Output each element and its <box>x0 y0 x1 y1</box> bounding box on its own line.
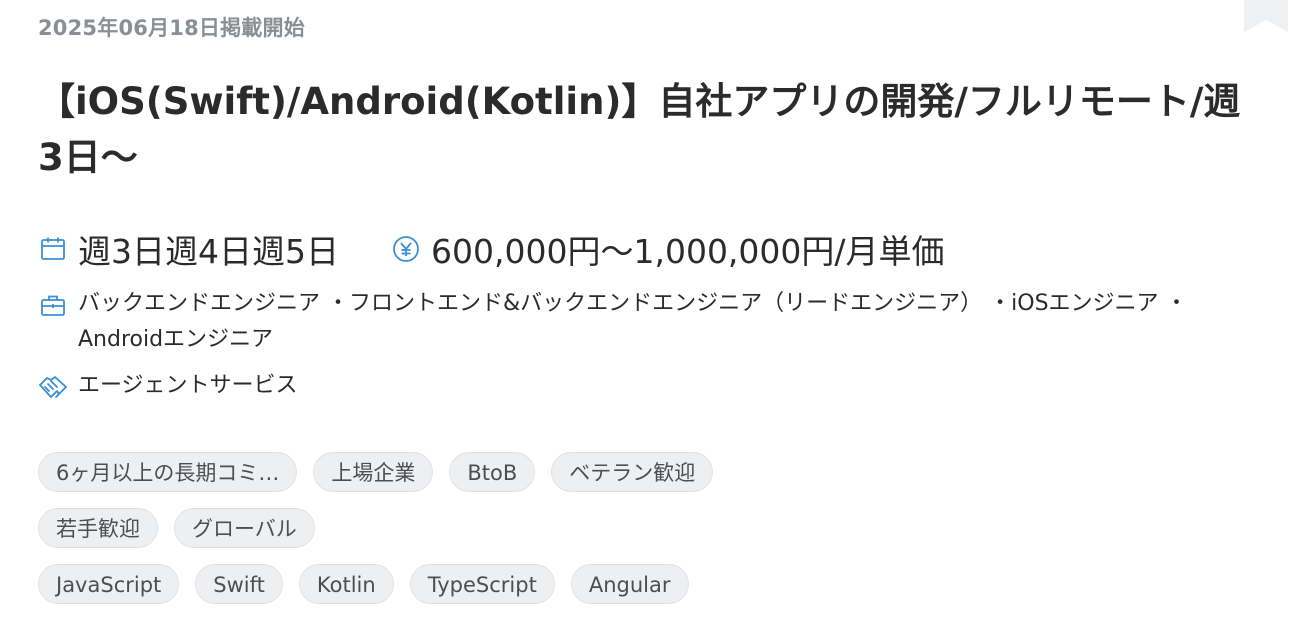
skill-tag[interactable]: Swift <box>195 564 283 604</box>
service-type: エージェントサービス <box>38 368 298 404</box>
skill-tag[interactable]: Kotlin <box>298 564 394 604</box>
tag[interactable]: 6ヶ月以上の長期コミ… <box>38 452 298 492</box>
roles-text: バックエンドエンジニア ・フロントエンド&バックエンドエンジニア（リードエンジニ… <box>78 291 1188 352</box>
tag-row-culture: 若手歓迎 グローバル <box>38 508 1038 548</box>
skill-tag[interactable]: TypeScript <box>409 564 555 604</box>
work-days-text: 週3日週4日週5日 <box>78 232 339 271</box>
tag[interactable]: 上場企業 <box>313 452 434 492</box>
salary-text: 600,000円〜1,000,000円/月単価 <box>431 232 945 271</box>
service-type-text: エージェントサービス <box>78 373 298 398</box>
salary: 600,000円〜1,000,000円/月単価 <box>391 225 945 273</box>
bookmark-icon[interactable] <box>1244 0 1288 32</box>
tag-row-skills: JavaScript Swift Kotlin TypeScript Angul… <box>38 564 1038 604</box>
work-conditions: 週3日週4日週5日 600,000円〜1,000,000円/月単価 <box>38 226 945 272</box>
skill-tag[interactable]: Angular <box>570 564 689 604</box>
work-days: 週3日週4日週5日 <box>38 225 339 273</box>
handshake-icon <box>38 372 68 402</box>
job-card: 2025年06月18日掲載開始 【iOS(Swift)/Android(Kotl… <box>0 0 1298 642</box>
calendar-icon <box>38 234 68 264</box>
briefcase-icon <box>38 290 68 320</box>
yen-icon <box>391 234 421 264</box>
tag[interactable]: BtoB <box>449 452 536 492</box>
tag[interactable]: グローバル <box>174 508 315 548</box>
tag[interactable]: ベテラン歓迎 <box>551 452 714 492</box>
posted-date: 2025年06月18日掲載開始 <box>38 16 305 40</box>
skill-tag[interactable]: JavaScript <box>38 564 180 604</box>
roles: バックエンドエンジニア ・フロントエンド&バックエンドエンジニア（リードエンジニ… <box>38 286 1238 358</box>
tag[interactable]: 若手歓迎 <box>38 508 158 548</box>
tag-row-features: 6ヶ月以上の長期コミ… 上場企業 BtoB ベテラン歓迎 <box>38 452 1038 492</box>
tag-list: 6ヶ月以上の長期コミ… 上場企業 BtoB ベテラン歓迎 若手歓迎 グローバル … <box>38 452 1038 620</box>
job-title[interactable]: 【iOS(Swift)/Android(Kotlin)】自社アプリの開発/フルリ… <box>38 74 1253 186</box>
